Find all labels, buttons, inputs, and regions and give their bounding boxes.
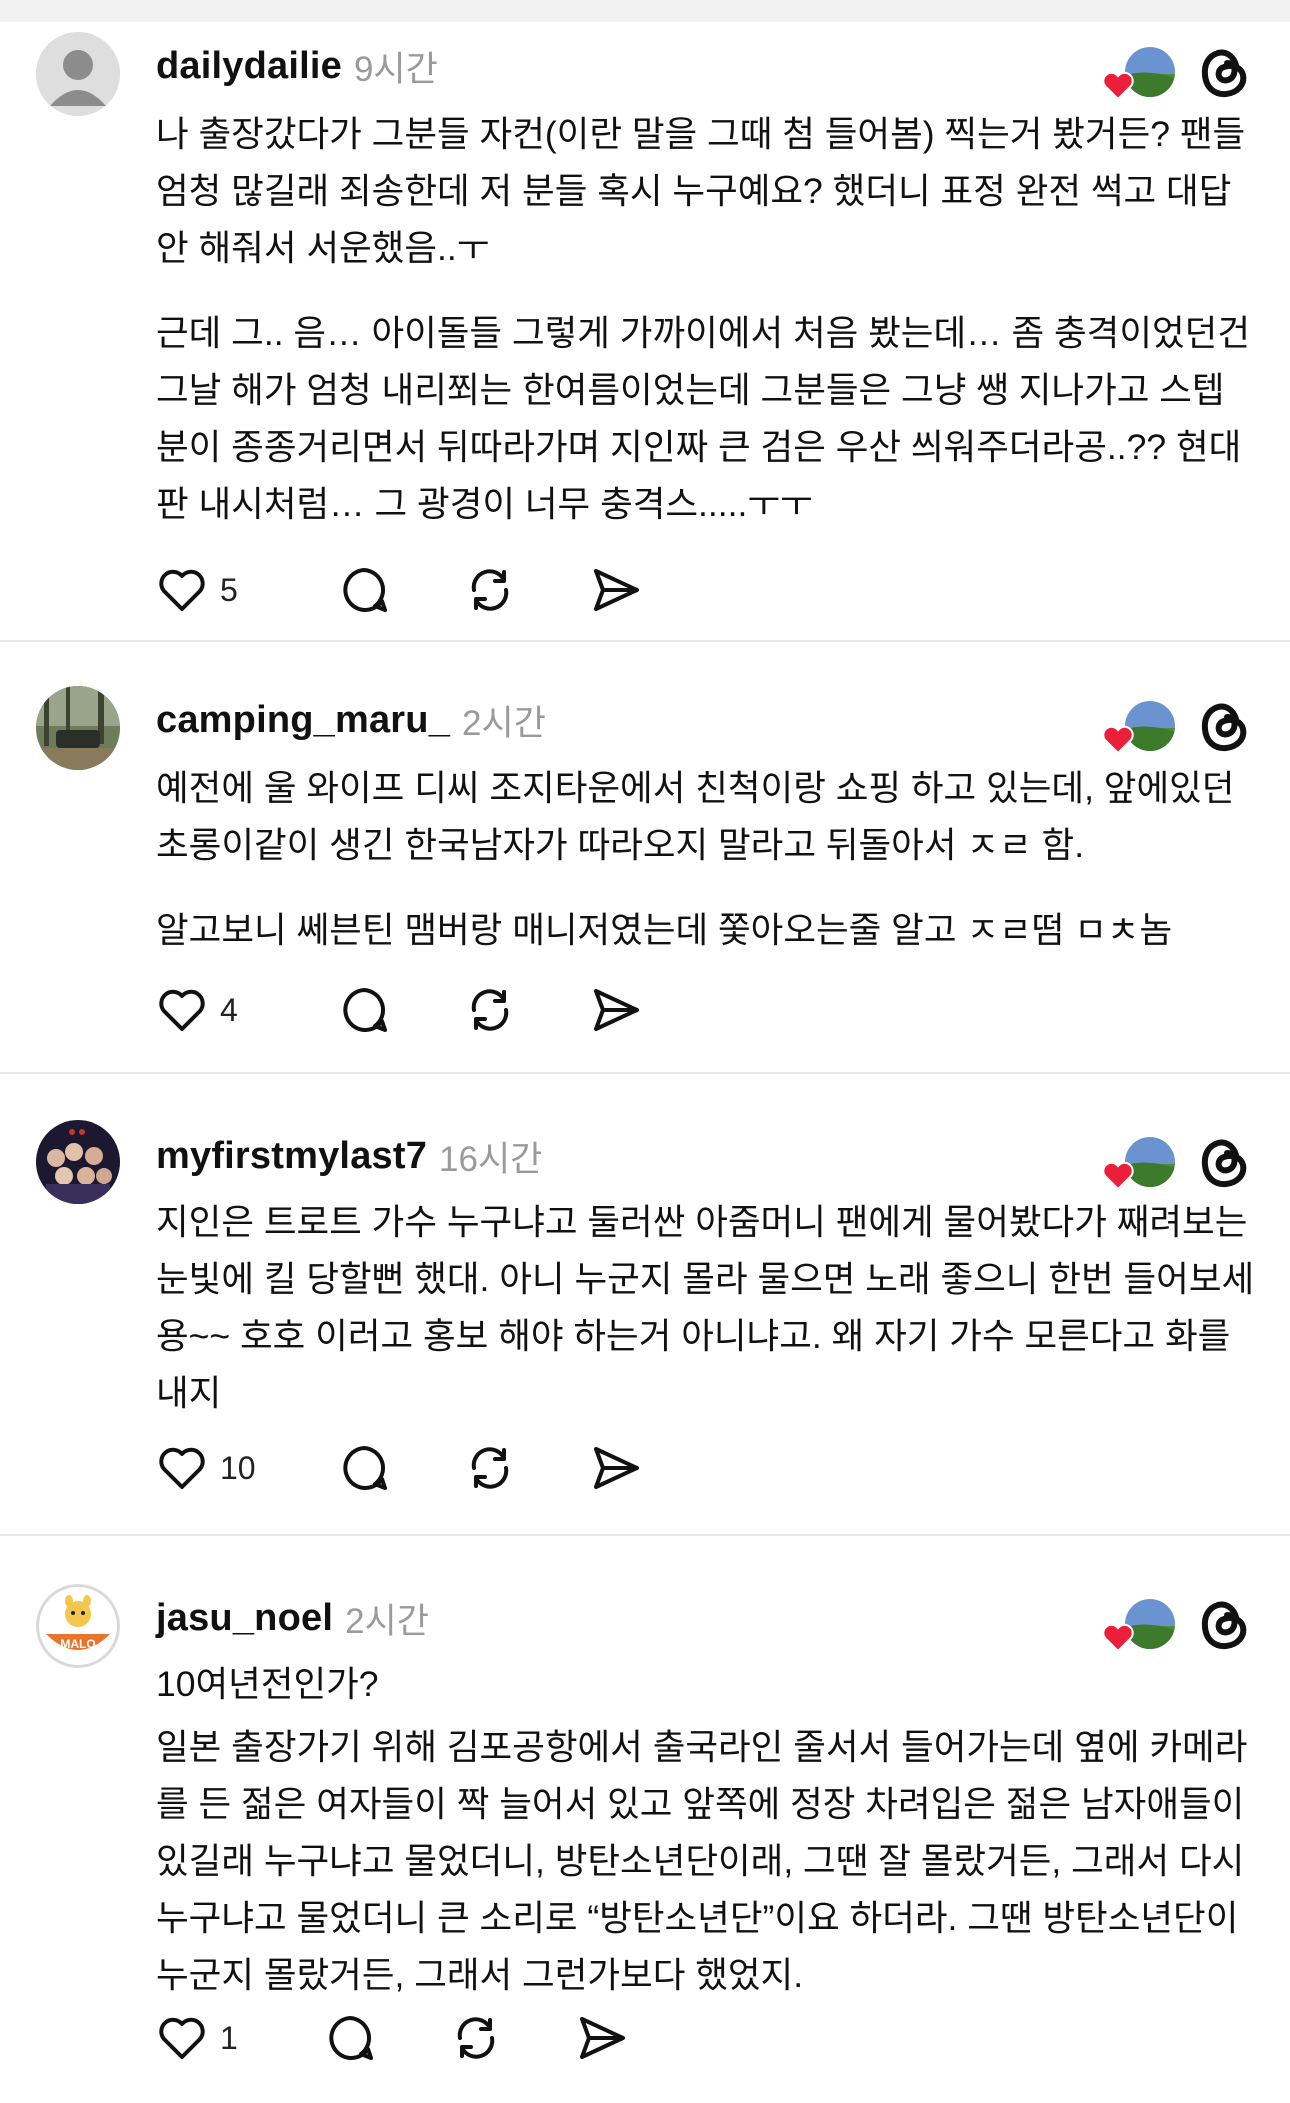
like-count: 5 [220, 571, 238, 608]
default-avatar-icon [36, 32, 120, 116]
liked-by-author-icon [1102, 1596, 1176, 1652]
speech-bubble-icon [343, 1446, 387, 1490]
post-text: 근데 그.. 음… 아이돌들 그렇게 가까이에서 처음 봤는데… 좀 충격이었던… [156, 313, 1250, 524]
post-text: 지인은 트로트 가수 누구냐고 둘러싼 아줌머니 팬에게 물어봤다가 째려보는 … [156, 1202, 1255, 1413]
like-count: 1 [220, 2019, 238, 2056]
malo-logo: MALO [37, 1585, 119, 1667]
send-icon [594, 569, 639, 611]
reply-button[interactable] [338, 564, 390, 616]
username[interactable]: dailydailie [156, 45, 342, 88]
repost-icon [457, 2017, 495, 2059]
username[interactable]: myfirstmylast7 [156, 1135, 427, 1178]
like-button[interactable]: 1 [156, 2012, 266, 2064]
send-icon [594, 1447, 639, 1489]
repost-button[interactable] [464, 1442, 516, 1494]
liked-by-author-icon [1102, 44, 1176, 100]
threads-logo-icon[interactable] [1196, 43, 1254, 101]
post: dailydailie 9시간 나 출장갔다가 그분들 자컨(이란 말을 그때 … [0, 22, 1290, 642]
share-button[interactable] [590, 984, 642, 1036]
like-button[interactable]: 5 [156, 564, 266, 616]
like-count: 4 [220, 991, 238, 1028]
speech-bubble-icon [343, 988, 387, 1032]
post-text: 알고보니 쎄븐틴 맴버랑 매니저였는데 쫓아오는줄 알고 ㅈㄹ떰 ㅁㅊ놈 [156, 910, 1173, 950]
timestamp: 2시간 [462, 703, 546, 743]
post-text: 10여년전인가? [156, 1664, 379, 1704]
avatar[interactable]: MALO [36, 1584, 120, 1668]
group-photo [36, 1120, 120, 1204]
post-text: 예전에 울 와이프 디씨 조지타운에서 친척이랑 쇼핑 하고 있는데, 앞에있던… [156, 768, 1235, 865]
speech-bubble-icon [343, 568, 387, 612]
timestamp: 9시간 [353, 49, 438, 89]
reply-button[interactable] [338, 1442, 390, 1494]
repost-icon [471, 569, 509, 611]
avatar[interactable] [36, 686, 120, 770]
share-button[interactable] [590, 564, 642, 616]
repost-icon [471, 1447, 509, 1489]
forest-car-photo [36, 686, 120, 770]
post: MALO jasu_noel 2시간 10여년전인가? 일본 출장가기 위해 김… [0, 1536, 1290, 2096]
repost-button[interactable] [450, 2012, 502, 2064]
speech-bubble-icon [329, 2016, 373, 2060]
like-button[interactable]: 4 [156, 984, 266, 1036]
send-icon [594, 989, 639, 1031]
reply-button[interactable] [324, 2012, 376, 2064]
repost-icon [471, 989, 509, 1031]
timestamp: 16시간 [439, 1139, 543, 1179]
post: myfirstmylast7 16시간 지인은 트로트 가수 누구냐고 둘러싼 … [0, 1074, 1290, 1536]
repost-button[interactable] [464, 564, 516, 616]
timestamp: 2시간 [345, 1601, 429, 1641]
avatar[interactable] [36, 1120, 120, 1204]
reply-button[interactable] [338, 984, 390, 1036]
avatar[interactable] [36, 32, 120, 116]
share-button[interactable] [576, 2012, 628, 2064]
like-button[interactable]: 10 [156, 1442, 266, 1494]
svg-text:MALO: MALO [60, 1637, 95, 1651]
repost-button[interactable] [464, 984, 516, 1036]
like-count: 10 [220, 1449, 256, 1486]
heart-outline-icon [159, 569, 205, 611]
username[interactable]: jasu_noel [156, 1597, 333, 1640]
send-icon [580, 2017, 625, 2059]
heart-outline-icon [159, 989, 205, 1031]
heart-outline-icon [159, 1447, 205, 1489]
liked-by-author-icon [1102, 698, 1176, 754]
threads-logo-icon[interactable] [1196, 1133, 1254, 1191]
share-button[interactable] [590, 1442, 642, 1494]
top-edge [0, 0, 1290, 22]
post-text: 일본 출장가기 위해 김포공항에서 출국라인 줄서서 들어가는데 옆에 카메라를… [156, 1727, 1248, 1995]
post: camping_maru_ 2시간 예전에 울 와이프 디씨 조지타운에서 친척… [0, 642, 1290, 1074]
threads-logo-icon[interactable] [1196, 697, 1254, 755]
liked-by-author-icon [1102, 1134, 1176, 1190]
heart-outline-icon [159, 2017, 205, 2059]
threads-logo-icon[interactable] [1196, 1595, 1254, 1653]
username[interactable]: camping_maru_ [156, 699, 450, 742]
post-text: 나 출장갔다가 그분들 자컨(이란 말을 그때 첨 들어봄) 찍는거 봤거든? … [156, 114, 1246, 268]
